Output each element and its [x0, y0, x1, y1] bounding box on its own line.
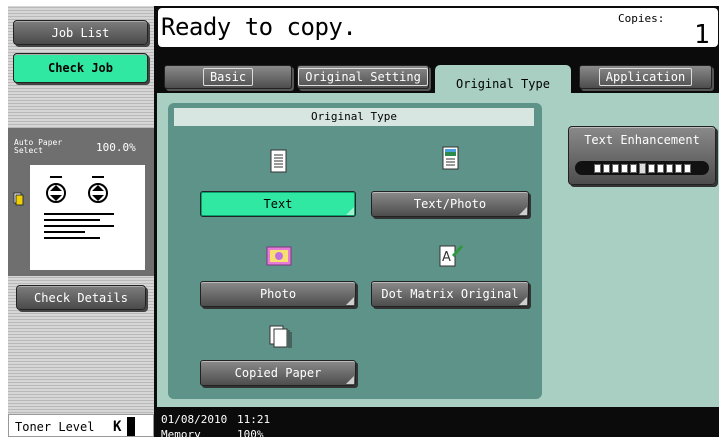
paper-auto-select-label: Auto Paper Select	[14, 139, 62, 155]
photo-album-icon	[265, 244, 292, 266]
text-enhancement-level	[611, 163, 619, 173]
status-bar: Ready to copy. Copies: 1	[158, 8, 718, 50]
svg-text:A: A	[442, 250, 451, 265]
tab-original-setting[interactable]: Original Setting	[297, 65, 429, 89]
original-type-options: Original Type A Text Text/Photo Photo Do…	[168, 103, 542, 399]
footer-time: 11:21	[237, 413, 271, 426]
tab-basic-label: Basic	[202, 68, 254, 86]
text-enhancement-level	[620, 163, 628, 173]
original-type-panel: Original Type A Text Text/Photo Photo Do…	[157, 93, 719, 407]
text-enhancement-label: Text Enhancement	[584, 133, 700, 147]
copied-paper-stack-icon	[268, 324, 292, 348]
text-photo-option-button[interactable]: Text/Photo	[371, 191, 529, 217]
tab-application[interactable]: Application	[579, 65, 712, 89]
original-placement-icon	[13, 192, 25, 209]
paper-preview-sheet	[30, 165, 145, 270]
copies-count: 1	[694, 20, 710, 50]
dot-matrix-option-button[interactable]: Dot Matrix Original	[371, 281, 529, 307]
text-enhancement-level-current	[638, 162, 646, 174]
job-list-button[interactable]: Job List	[13, 20, 148, 45]
tab-application-label: Application	[598, 68, 693, 86]
text-enhancement-level	[674, 163, 682, 173]
toner-level-indicator: Toner Level K	[8, 414, 154, 437]
copied-paper-option-button[interactable]: Copied Paper	[200, 360, 356, 386]
copies-label: Copies:	[618, 12, 665, 25]
text-enhancement-level	[602, 163, 610, 173]
text-enhancement-button[interactable]: Text Enhancement	[568, 126, 716, 185]
text-enhancement-level	[665, 163, 673, 173]
photo-option-button[interactable]: Photo	[200, 281, 356, 307]
toner-color-label: K	[113, 419, 122, 435]
paper-preview-panel: Auto Paper Select 100.0%	[8, 128, 154, 276]
dot-matrix-document-icon: A	[438, 243, 463, 267]
memory-value: 100%	[237, 428, 264, 437]
tab-basic[interactable]: Basic	[164, 65, 292, 89]
toner-level-label: Toner Level	[15, 420, 95, 434]
zoom-ratio: 100.0%	[96, 141, 136, 154]
text-enhancement-scale	[575, 161, 709, 175]
text-enhancement-level	[647, 163, 655, 173]
copier-screen: Job List Check Job Auto Paper Select 100…	[8, 6, 719, 437]
toner-level-bar	[127, 417, 135, 436]
paper-auto-line2: Select	[14, 146, 43, 155]
section-title: Original Type	[174, 108, 534, 126]
text-enhancement-level	[683, 163, 691, 173]
text-option-button[interactable]: Text	[200, 191, 356, 217]
status-message: Ready to copy.	[161, 13, 357, 41]
text-photo-document-icon	[440, 146, 462, 170]
tab-original-setting-label: Original Setting	[298, 68, 428, 86]
paper-settings-header: Auto Paper Select 100.0%	[8, 128, 154, 164]
footer-date: 01/08/2010	[161, 413, 228, 426]
text-document-icon	[268, 149, 290, 173]
left-sidebar: Job List Check Job Auto Paper Select 100…	[8, 6, 154, 437]
memory-label: Memory	[161, 428, 201, 437]
text-enhancement-level	[656, 163, 664, 173]
footer-status: 01/08/2010 11:21 Memory 100%	[158, 407, 719, 437]
text-enhancement-level	[593, 163, 601, 173]
text-enhancement-level	[629, 163, 637, 173]
check-job-button[interactable]: Check Job	[13, 53, 148, 83]
check-details-button[interactable]: Check Details	[16, 285, 146, 310]
